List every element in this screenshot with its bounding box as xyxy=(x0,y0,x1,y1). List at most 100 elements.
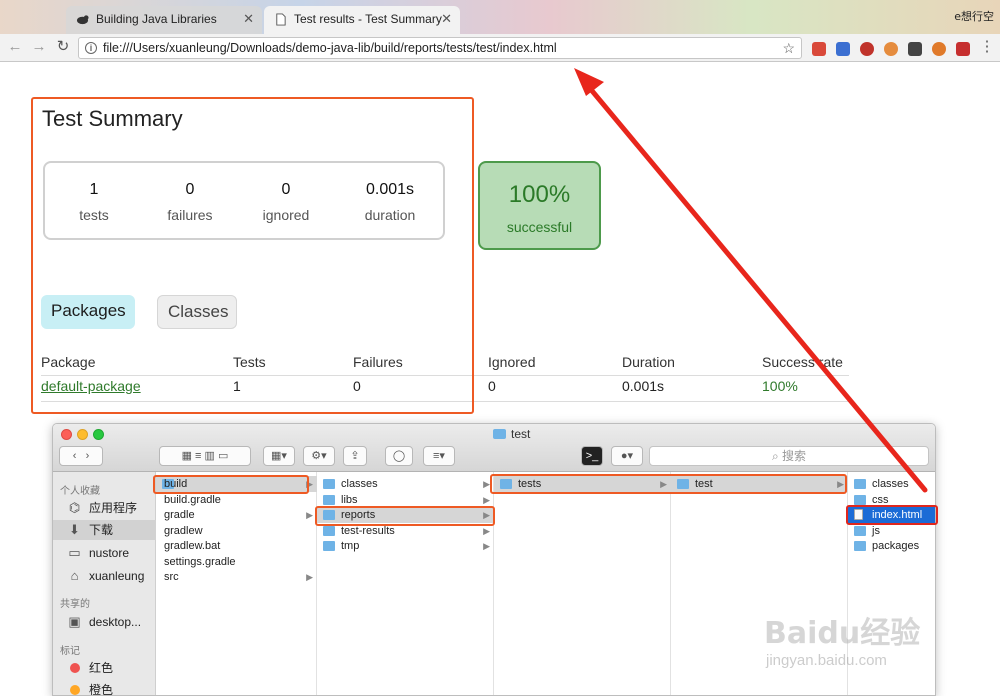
item-label: classes xyxy=(341,478,378,490)
minimize-window-button[interactable] xyxy=(77,429,88,440)
folder-icon xyxy=(323,479,335,489)
tab-title: Building Java Libraries xyxy=(96,12,217,26)
applications-icon: ⌬ xyxy=(68,500,81,515)
sidebar-item-label: 应用程序 xyxy=(89,501,138,515)
list-item-tmp[interactable]: tmp ▶ xyxy=(317,538,494,554)
sidebar-item-label: nustore xyxy=(89,546,130,560)
chevron-right-icon: ▶ xyxy=(306,510,313,520)
profile-label[interactable]: e想行空 xyxy=(954,8,994,24)
list-item-gradle[interactable]: gradle ▶ xyxy=(156,507,317,523)
sidebar-tag-red[interactable]: 红色 xyxy=(67,658,156,678)
sort-button[interactable]: ≡▾ xyxy=(423,446,455,466)
column-header: Ignored xyxy=(488,354,536,370)
sidebar-tag-orange[interactable]: 橙色 xyxy=(67,680,156,695)
adblock-icon[interactable] xyxy=(860,42,874,56)
url-text: file:///Users/xuanleung/Downloads/demo-j… xyxy=(103,41,557,55)
sidebar-item-label: xuanleung xyxy=(89,569,145,583)
column-header: Duration xyxy=(622,354,675,370)
list-item-classes[interactable]: classes xyxy=(848,476,935,492)
folder-icon: ▭ xyxy=(68,545,81,560)
sidebar-item-nustore[interactable]: ▭ nustore xyxy=(67,543,156,563)
item-label: gradlew xyxy=(164,525,203,537)
finder-sidebar: 个人收藏 ⌬ 应用程序 ⬇ 下载 ▭ nustore ⌂ xuanleung 共享的 ▣… xyxy=(53,472,156,695)
sidebar-item-label: desktop... xyxy=(89,615,142,629)
search-placeholder: 搜索 xyxy=(782,449,807,463)
folder-icon xyxy=(854,526,866,536)
back-arrow-icon[interactable]: ← xyxy=(6,38,24,56)
extension-icon[interactable] xyxy=(932,42,946,56)
success-rate-value: 100% xyxy=(508,181,571,208)
annotation-box-tests-test xyxy=(490,474,847,494)
sidebar-item-label: 下载 xyxy=(89,523,114,537)
download-icon: ⬇ xyxy=(69,522,80,537)
folder-icon xyxy=(854,479,866,489)
arrange-button[interactable]: ▦▾ xyxy=(263,446,295,466)
baidu-watermark-url: jingyan.baidu.com xyxy=(766,652,887,669)
sidebar-item-downloads[interactable]: ⬇ 下载 xyxy=(53,520,156,540)
tab-test-results[interactable]: Test results - Test Summary ✕ xyxy=(264,6,460,34)
finder-column-reports: tests ▶ xyxy=(494,472,671,695)
red-tag-dot xyxy=(70,663,80,673)
success-rate-box: 100% successful xyxy=(478,161,601,250)
list-item-gradlew[interactable]: gradlew xyxy=(156,523,317,539)
finder-title: test xyxy=(493,427,530,441)
chevron-right-icon: ▶ xyxy=(483,541,490,551)
gear-icon[interactable]: ⚙▾ xyxy=(303,446,335,466)
baidu-watermark-logo: Baidu经验 xyxy=(764,616,921,651)
list-item-packages[interactable]: packages xyxy=(848,538,935,554)
extension-icon[interactable] xyxy=(836,42,850,56)
document-icon xyxy=(276,13,286,26)
forward-arrow-icon[interactable]: → xyxy=(30,38,48,56)
success-rate-label: successful xyxy=(506,219,573,235)
table-cell: 100% xyxy=(762,378,798,394)
gradle-elephant-icon xyxy=(76,15,89,25)
view-mode-segmented-control[interactable]: ▦ ≡ ▥ ▭ xyxy=(159,446,251,466)
back-forward-button[interactable]: ‹ › xyxy=(59,446,103,466)
folder-icon xyxy=(323,526,335,536)
list-item-settings-gradle[interactable]: settings.gradle xyxy=(156,554,317,570)
annotation-box-index-html xyxy=(846,505,938,525)
list-item-gradlew-bat[interactable]: gradlew.bat xyxy=(156,538,317,554)
list-item-classes[interactable]: classes ▶ xyxy=(317,476,494,492)
zoom-window-button[interactable] xyxy=(93,429,104,440)
table-cell: 0 xyxy=(488,378,496,394)
item-label: packages xyxy=(872,540,920,552)
close-tab-icon[interactable]: ✕ xyxy=(441,6,452,32)
folder-icon xyxy=(493,429,506,439)
tab-building-java-libraries[interactable]: Building Java Libraries ✕ xyxy=(66,6,262,34)
terminal-icon[interactable]: >_ xyxy=(581,446,603,466)
sidebar-item-applications[interactable]: ⌬ 应用程序 xyxy=(67,498,156,518)
chevron-right-icon: ▶ xyxy=(306,572,313,582)
item-label: js xyxy=(872,525,880,537)
sidebar-item-home[interactable]: ⌂ xuanleung xyxy=(67,566,156,586)
item-label: settings.gradle xyxy=(164,556,236,568)
close-tab-icon[interactable]: ✕ xyxy=(243,6,254,32)
menu-icon[interactable]: ⋮ xyxy=(978,38,996,56)
bookmark-star-icon[interactable]: ☆ xyxy=(782,38,795,58)
extension-icon[interactable]: ●▾ xyxy=(611,446,643,466)
extension-icon[interactable] xyxy=(884,42,898,56)
extension-icon[interactable] xyxy=(812,42,826,56)
finder-search-input[interactable]: ⌕ 搜索 xyxy=(649,446,929,466)
folder-icon xyxy=(854,541,866,551)
annotation-box-build xyxy=(153,475,309,494)
reload-icon[interactable]: ↻ xyxy=(54,38,72,56)
info-icon[interactable]: i xyxy=(85,42,97,54)
list-item-js[interactable]: js xyxy=(848,523,935,539)
sidebar-item-desktop[interactable]: ▣ desktop... xyxy=(67,612,156,632)
item-label: gradlew.bat xyxy=(164,540,221,552)
tag-icon[interactable]: ◯ xyxy=(385,446,413,466)
folder-icon xyxy=(854,495,866,505)
folder-icon xyxy=(323,495,335,505)
address-bar[interactable]: i file:///Users/xuanleung/Downloads/demo… xyxy=(78,37,802,59)
sidebar-header-favorites: 个人收藏 xyxy=(60,486,100,497)
list-item-build-gradle[interactable]: build.gradle xyxy=(156,492,317,508)
cors-extension-icon[interactable] xyxy=(956,42,970,56)
home-icon: ⌂ xyxy=(70,568,79,583)
sidebar-header-shared: 共享的 xyxy=(60,599,90,610)
extension-icon[interactable] xyxy=(908,42,922,56)
share-icon[interactable]: ⇪ xyxy=(343,446,367,466)
list-item-src[interactable]: src ▶ xyxy=(156,569,317,585)
sidebar-item-label: 红色 xyxy=(89,661,114,675)
close-window-button[interactable] xyxy=(61,429,72,440)
